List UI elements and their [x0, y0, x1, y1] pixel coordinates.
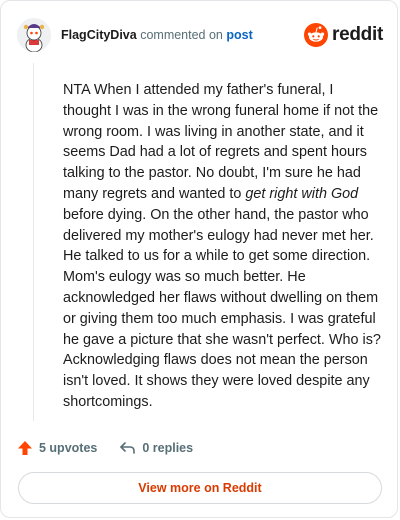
upvote-button[interactable]: 5 upvotes	[17, 440, 97, 456]
comment-text-emphasis: get right with God	[245, 185, 359, 202]
comment-embed-card: FlagCityDiva commented on post reddit NT…	[0, 0, 398, 518]
view-more-button[interactable]: View more on Reddit	[18, 472, 382, 504]
comment-header: FlagCityDiva commented on post reddit	[17, 15, 383, 55]
post-link[interactable]: post	[226, 28, 252, 42]
comment-body: NTA When I attended my father's funeral,…	[63, 80, 381, 413]
reply-arrow-icon	[120, 442, 136, 454]
action-text: commented on	[140, 28, 223, 42]
comment-text-part1: NTA When I attended my father's funeral,…	[63, 82, 379, 202]
upvote-count: 5 upvotes	[39, 441, 98, 455]
thread-line	[33, 63, 34, 421]
comment-actions: 5 upvotes 0 replies	[17, 437, 193, 459]
comment-text-part2: before dying. On the other hand, the pas…	[63, 206, 381, 410]
reddit-logo-icon	[304, 23, 329, 47]
reddit-brand[interactable]: reddit	[304, 23, 383, 47]
user-avatar[interactable]	[17, 18, 51, 52]
comment-meta: FlagCityDiva commented on post	[61, 28, 253, 42]
reply-button[interactable]: 0 replies	[119, 441, 193, 455]
reddit-wordmark: reddit	[332, 24, 383, 45]
reply-count: 0 replies	[142, 441, 194, 455]
username-link[interactable]: FlagCityDiva	[61, 28, 137, 42]
snoo-avatar-icon	[17, 18, 51, 52]
upvote-arrow-icon	[18, 441, 32, 455]
